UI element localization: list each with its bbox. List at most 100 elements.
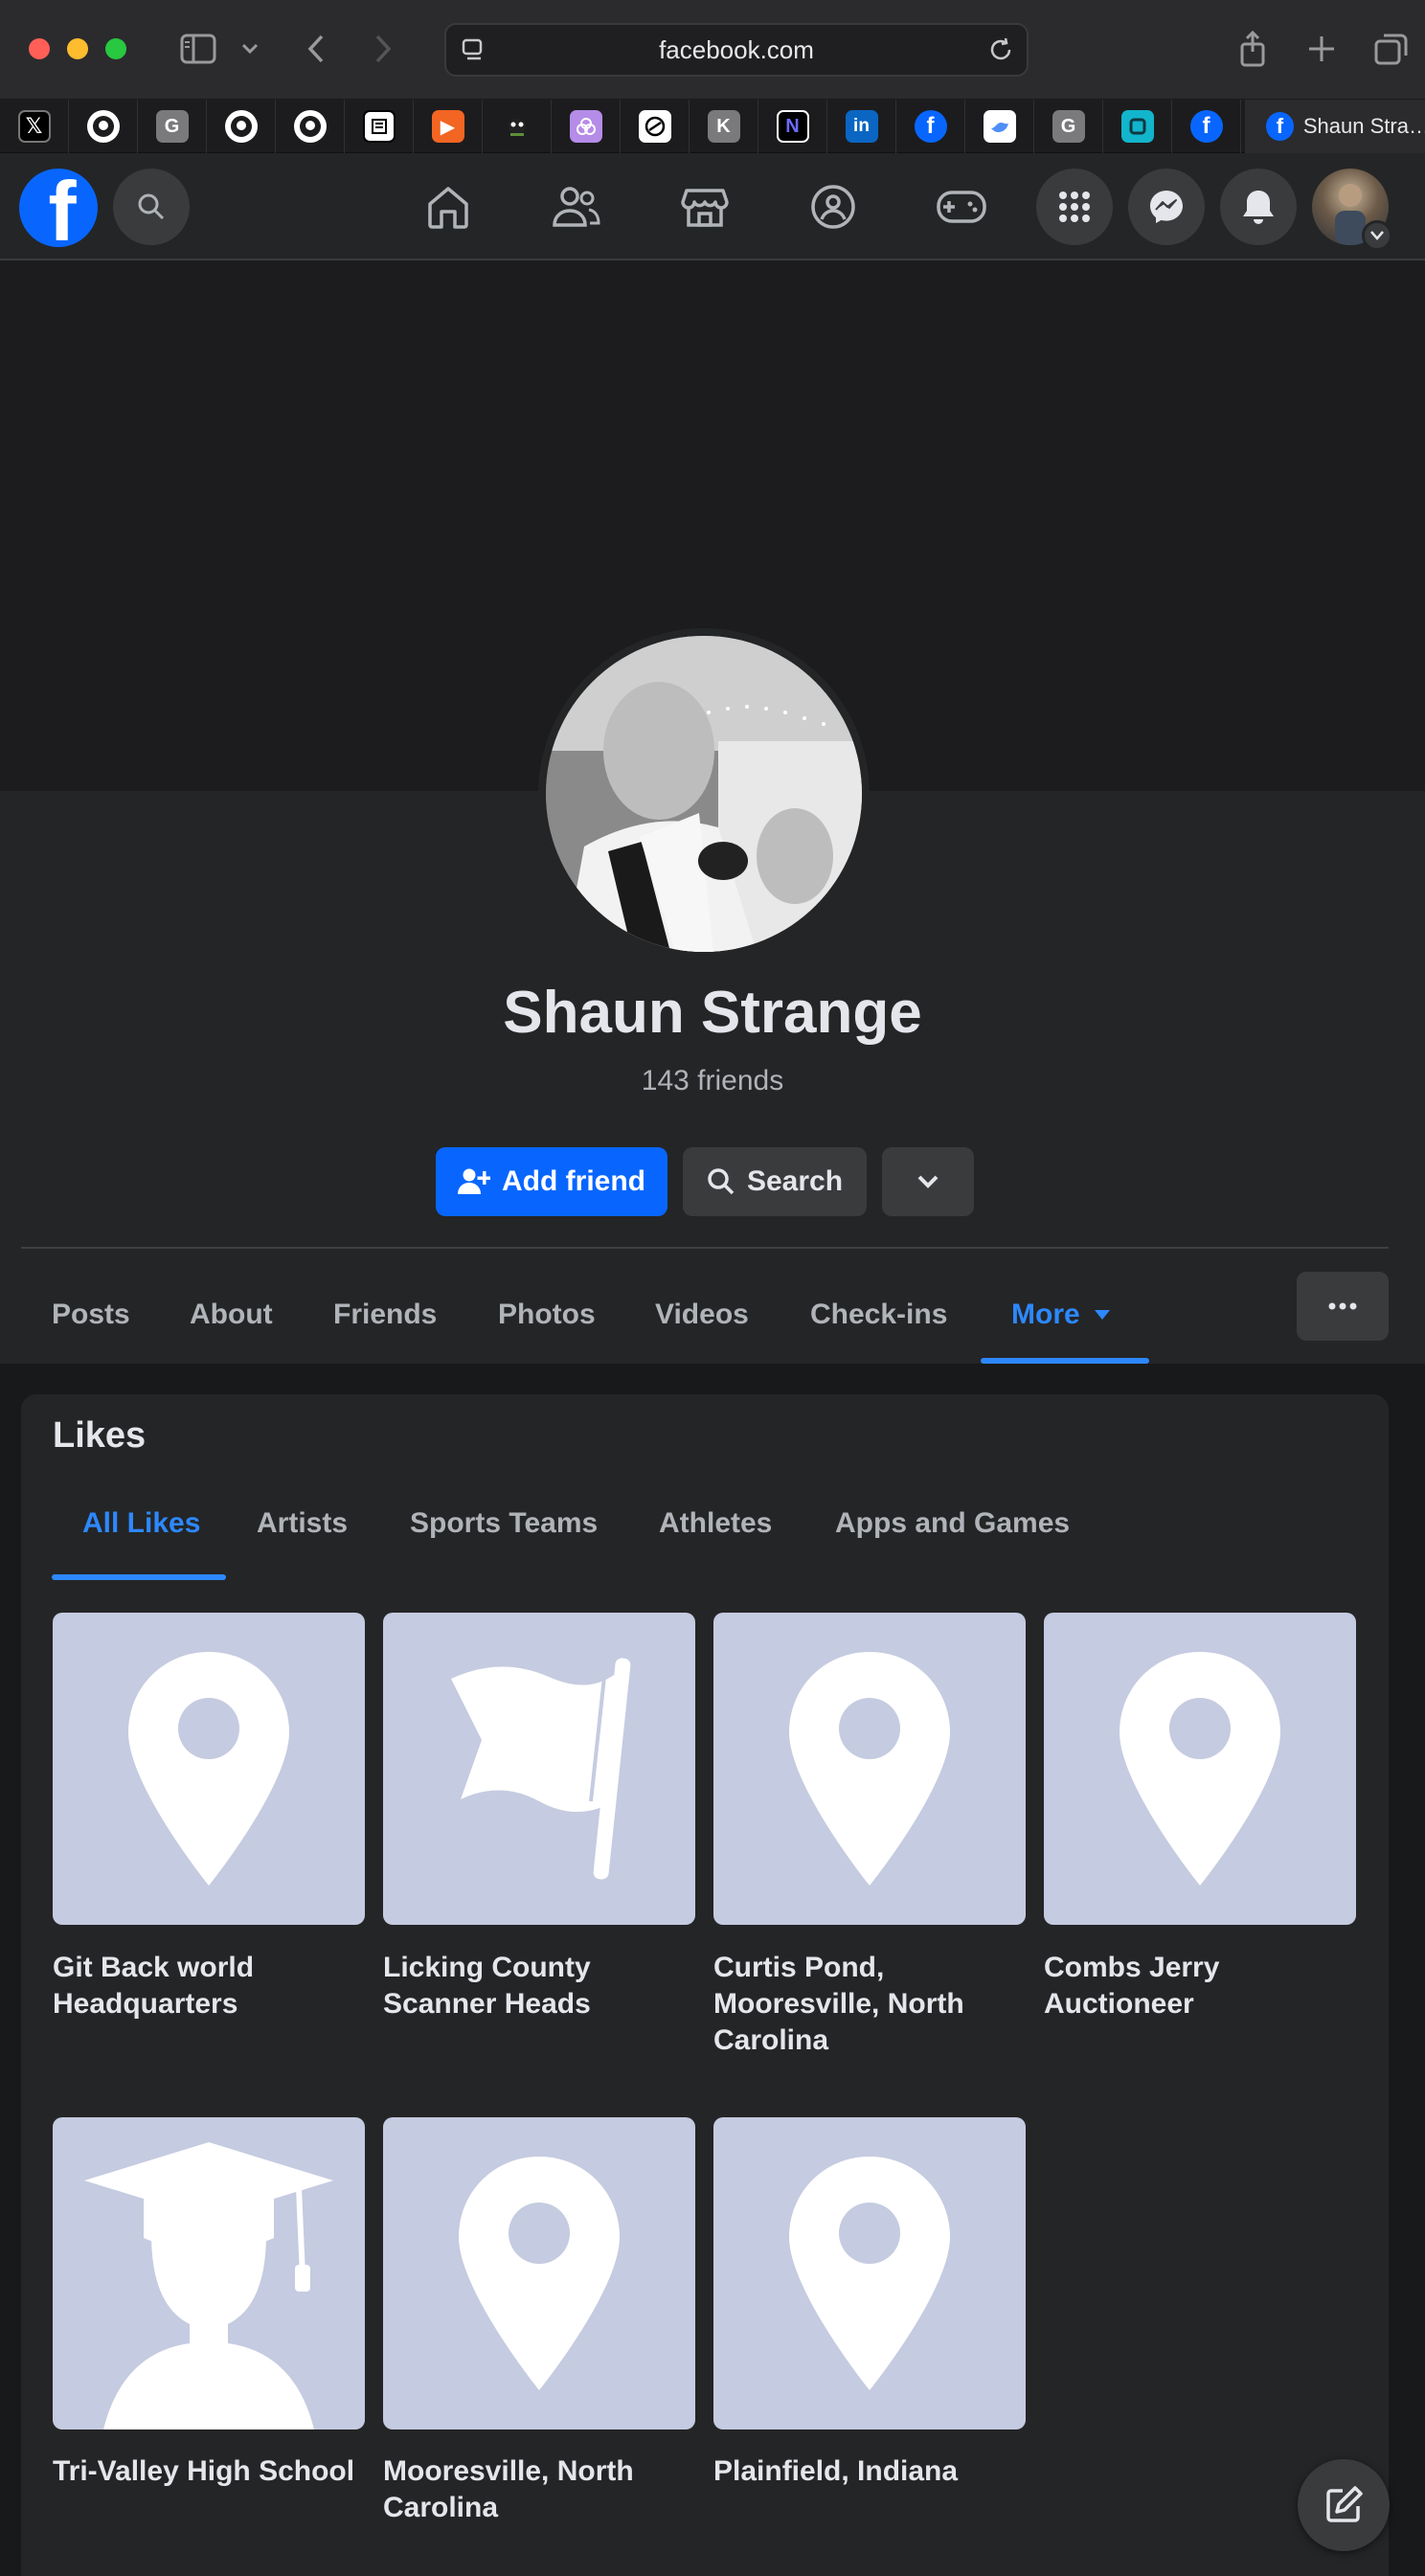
address-bar[interactable]: facebook.com	[444, 23, 1029, 77]
minimize-window-button[interactable]	[67, 38, 88, 59]
nav-gaming[interactable]	[931, 176, 992, 237]
page-menu-icon[interactable]	[460, 36, 486, 68]
back-icon[interactable]	[299, 29, 333, 69]
nav-friends[interactable]	[546, 176, 607, 237]
tab-posts[interactable]: Posts	[52, 1266, 130, 1364]
profile-options-button[interactable]	[1297, 1272, 1389, 1341]
tab-about[interactable]: About	[190, 1266, 273, 1364]
like-title-line: Auctioneer	[1044, 1988, 1194, 2020]
tab-overview-icon[interactable]	[1371, 29, 1412, 69]
like-tile[interactable]	[383, 1613, 695, 1925]
share-icon[interactable]	[1233, 29, 1272, 69]
like-title-combs-jerry[interactable]: Combs Jerry Auctioneer	[1044, 1950, 1360, 2022]
chevron-down-icon[interactable]	[236, 29, 264, 69]
search-profile-button[interactable]: Search	[683, 1147, 867, 1216]
pinned-tab-n[interactable]: N	[758, 100, 827, 153]
pinned-tab-g-2[interactable]: G	[1034, 100, 1103, 153]
pinned-tab-g[interactable]: G	[138, 100, 207, 153]
profile-photo	[546, 636, 862, 952]
menu-button[interactable]	[1036, 169, 1113, 245]
pinned-tab-notion[interactable]	[345, 100, 414, 153]
pinned-tab-purple[interactable]	[552, 100, 621, 153]
subtab-athletes[interactable]: Athletes	[659, 1490, 772, 1557]
like-tile[interactable]	[713, 1613, 1026, 1925]
pinned-tab-teal[interactable]	[1103, 100, 1172, 153]
subtab-apps-and-games[interactable]: Apps and Games	[835, 1490, 1070, 1557]
add-friend-button[interactable]: Add friend	[436, 1147, 667, 1216]
teal-app-icon	[1120, 110, 1154, 143]
facebook-logo[interactable]: f	[19, 169, 98, 247]
pinned-tab-k[interactable]: K	[690, 100, 758, 153]
nav-home[interactable]	[418, 176, 479, 237]
active-tab-title: Shaun Stra…	[1302, 114, 1425, 138]
like-title-licking-county[interactable]: Licking County Scanner Heads	[383, 1950, 699, 2022]
search-button[interactable]	[113, 169, 190, 245]
like-title-tri-valley[interactable]: Tri-Valley High School	[53, 2453, 369, 2490]
grid-menu-icon	[1059, 192, 1090, 222]
forward-icon[interactable]	[366, 29, 400, 69]
like-title-curtis-pond[interactable]: Curtis Pond, Mooresville, North Carolina	[713, 1950, 1029, 2059]
like-title-line: Curtis Pond,	[713, 1952, 885, 1983]
zoom-window-button[interactable]	[105, 38, 126, 59]
like-title-plainfield[interactable]: Plainfield, Indiana	[713, 2453, 1029, 2490]
profile-tabs: Posts About Friends Photos Videos Check-…	[21, 1266, 1389, 1364]
pinned-tab-github-2[interactable]	[207, 100, 276, 153]
active-browser-tab[interactable]: f Shaun Stra…	[1245, 100, 1425, 153]
messenger-button[interactable]	[1128, 169, 1205, 245]
profile-picture[interactable]	[538, 628, 870, 960]
new-message-button[interactable]	[1298, 2459, 1390, 2551]
like-title-line: Plainfield, Indiana	[713, 2455, 959, 2487]
x-icon: 𝕏	[17, 110, 51, 143]
pinned-tab-creature[interactable]	[483, 100, 552, 153]
pinned-tab-x[interactable]: 𝕏	[0, 100, 69, 153]
more-dots-icon	[1328, 1302, 1357, 1310]
tab-friends[interactable]: Friends	[333, 1266, 437, 1364]
subtab-sports-teams[interactable]: Sports Teams	[410, 1490, 598, 1557]
friend-count[interactable]: 143 friends	[0, 1065, 1425, 1097]
like-title-mooresville[interactable]: Mooresville, North Carolina	[383, 2453, 699, 2526]
purple-app-icon	[569, 110, 602, 143]
like-title-line: Mooresville, North	[713, 1988, 964, 2020]
close-window-button[interactable]	[29, 38, 50, 59]
tab-check-ins[interactable]: Check-ins	[810, 1266, 947, 1364]
linkedin-icon: in	[845, 110, 878, 143]
nav-groups[interactable]	[803, 176, 864, 237]
tab-videos[interactable]: Videos	[655, 1266, 749, 1364]
pinned-tab-facebook-2[interactable]: f	[1172, 100, 1241, 153]
sidebar-toggle-icon[interactable]	[176, 29, 220, 69]
bird-icon	[983, 110, 1016, 143]
pin-icon	[128, 1652, 289, 1886]
tab-photos[interactable]: Photos	[498, 1266, 596, 1364]
like-tile[interactable]	[53, 1613, 365, 1925]
messenger-icon	[1150, 191, 1183, 223]
like-tile[interactable]	[53, 2117, 365, 2429]
new-tab-icon[interactable]	[1302, 29, 1341, 69]
pinned-tab-linkedin[interactable]: in	[827, 100, 896, 153]
github-icon	[86, 110, 120, 143]
tab-more[interactable]: More	[1011, 1266, 1111, 1364]
notifications-button[interactable]	[1220, 169, 1297, 245]
like-tile[interactable]	[1044, 1613, 1356, 1925]
g-icon: G	[1052, 110, 1085, 143]
facebook-icon: f	[1266, 112, 1294, 141]
subtab-artists[interactable]: Artists	[257, 1490, 348, 1557]
subtab-all-likes[interactable]: All Likes	[82, 1490, 200, 1557]
profile-name: Shaun Strange	[503, 980, 922, 1046]
like-title-git-back-world[interactable]: Git Back world Headquarters	[53, 1950, 369, 2022]
likes-title: Likes	[53, 1415, 147, 1456]
pinned-tab-openai[interactable]	[621, 100, 690, 153]
reload-icon[interactable]	[986, 35, 1015, 69]
account-chevron[interactable]	[1362, 220, 1392, 251]
nav-marketplace[interactable]	[674, 176, 735, 237]
pinned-tab-github[interactable]	[69, 100, 138, 153]
url-text: facebook.com	[659, 34, 814, 64]
pinned-tab-github-3[interactable]	[276, 100, 345, 153]
like-tile[interactable]	[383, 2117, 695, 2429]
pinned-tab-orange[interactable]: ▶	[414, 100, 483, 153]
like-tile[interactable]	[713, 2117, 1026, 2429]
more-actions-button[interactable]	[882, 1147, 974, 1216]
browser-toolbar: facebook.com	[0, 0, 1425, 100]
pinned-tab-facebook[interactable]: f	[896, 100, 965, 153]
pinned-tab-bird[interactable]	[965, 100, 1034, 153]
pin-icon	[789, 1652, 950, 1886]
